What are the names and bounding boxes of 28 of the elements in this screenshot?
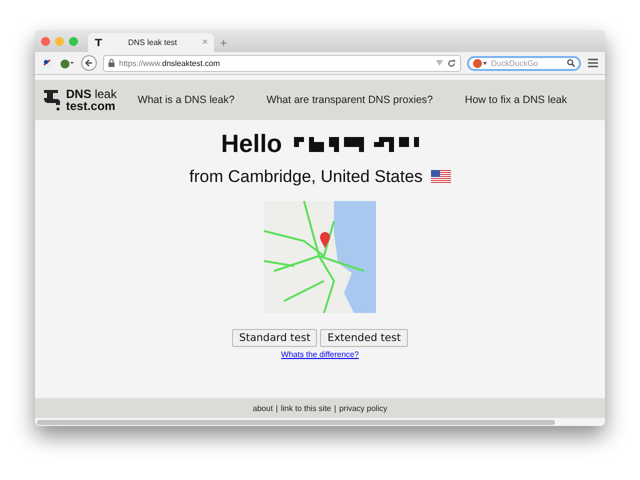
- url-text: https://www.dnsleaktest.com: [119, 58, 220, 68]
- nav-link[interactable]: What is a DNS leak?: [138, 94, 235, 106]
- search-placeholder: DuckDuckGo: [491, 58, 540, 68]
- test-button[interactable]: Extended test: [320, 329, 408, 347]
- site-logo[interactable]: DNS leak test.com: [41, 88, 138, 112]
- separator: |: [334, 404, 336, 412]
- footer-link[interactable]: about: [252, 404, 273, 412]
- difference-link[interactable]: Whats the difference?: [281, 350, 359, 359]
- menu-icon[interactable]: [587, 58, 599, 68]
- hello-heading: Hello: [220, 130, 282, 159]
- nav-link[interactable]: How to fix a DNS leak: [464, 94, 567, 106]
- footer-link[interactable]: link to this site: [280, 404, 332, 412]
- lock-icon: [108, 59, 115, 67]
- search-icon[interactable]: [567, 59, 575, 67]
- reload-icon[interactable]: [447, 58, 456, 68]
- nav-link[interactable]: What are transparent DNS proxies?: [266, 94, 433, 106]
- browser-tab[interactable]: DNS leak test ×: [88, 33, 214, 52]
- test-button[interactable]: Standard test: [232, 329, 318, 347]
- footer-link[interactable]: privacy policy: [339, 404, 388, 412]
- tab-title: DNS leak test: [127, 38, 178, 47]
- separator: |: [276, 404, 278, 412]
- us-flag-icon: [430, 170, 451, 184]
- address-bar[interactable]: https://www.dnsleaktest.com: [103, 54, 461, 72]
- location-text: from Cambridge, United States: [189, 167, 423, 187]
- extension-icon[interactable]: [41, 57, 53, 69]
- scrollbar[interactable]: [37, 420, 555, 424]
- close-window-icon[interactable]: [41, 36, 50, 46]
- back-button[interactable]: [81, 55, 97, 71]
